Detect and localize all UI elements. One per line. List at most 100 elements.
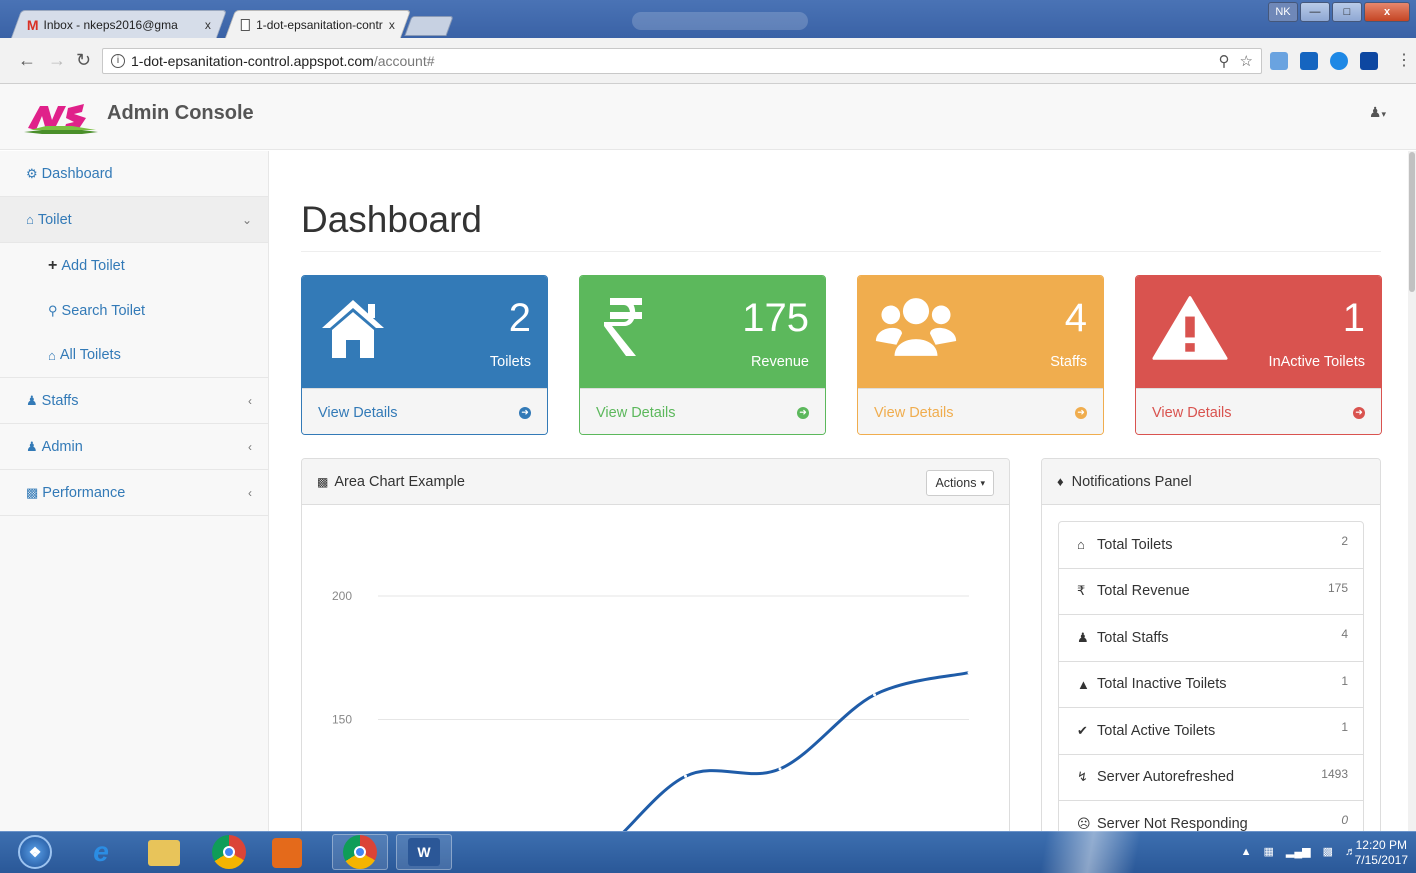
tab-gmail[interactable]: M Inbox - nkeps2016@gma x bbox=[10, 10, 228, 38]
tab-admin-console[interactable]: 1-dot-epsanitation-contr x bbox=[224, 10, 412, 38]
sidebar-item-add-toilet[interactable]: + Add Toilet bbox=[0, 243, 268, 288]
minimize-button[interactable]: — bbox=[1300, 2, 1330, 22]
extension-icon[interactable] bbox=[1270, 52, 1288, 70]
warning-icon bbox=[1152, 296, 1228, 360]
notification-item[interactable]: ✔ Total Active Toilets 1 bbox=[1059, 708, 1363, 755]
user-menu[interactable]: ♟▾ bbox=[1369, 104, 1386, 121]
data-point[interactable] bbox=[778, 767, 782, 771]
close-icon[interactable]: x bbox=[383, 18, 395, 32]
system-clock[interactable]: 12:20 PM 7/15/2017 bbox=[1355, 838, 1408, 868]
panel-title: Area Chart Example bbox=[334, 473, 465, 490]
url-host: 1-dot-epsanitation-control.appspot.com bbox=[131, 53, 374, 69]
profile-button[interactable]: NK bbox=[1268, 2, 1298, 22]
sidebar-item-toilet[interactable]: ⌂ Toilet ⌄ bbox=[0, 197, 268, 243]
notification-value: 0 bbox=[1341, 813, 1348, 827]
stat-card-staffs: 4 Staffs View Details ➜ bbox=[857, 275, 1104, 435]
reload-icon[interactable]: ↻ bbox=[76, 50, 91, 71]
tab-title: 1-dot-epsanitation-contr bbox=[256, 17, 383, 32]
extension-icon[interactable] bbox=[1300, 52, 1318, 70]
user-icon: ♟ bbox=[26, 438, 38, 454]
bar-chart-icon: ▩ bbox=[317, 474, 329, 489]
back-arrow-icon[interactable]: ← bbox=[18, 50, 36, 71]
file-explorer-icon[interactable] bbox=[148, 840, 180, 866]
media-player-icon[interactable] bbox=[272, 838, 302, 868]
stat-count: 1 bbox=[1342, 296, 1365, 340]
notification-label: Total Staffs bbox=[1097, 629, 1169, 646]
chrome-icon[interactable] bbox=[212, 835, 246, 869]
arrow-circle-right-icon: ➜ bbox=[519, 406, 531, 419]
network-icon[interactable]: ▦ bbox=[1263, 845, 1273, 858]
address-bar[interactable]: i 1-dot-epsanitation-control.appspot.com… bbox=[102, 48, 1262, 74]
gmail-icon: M bbox=[26, 16, 39, 33]
scrollbar-thumb[interactable] bbox=[1409, 152, 1415, 292]
start-button-icon[interactable]: ❖ bbox=[18, 835, 52, 869]
close-window-button[interactable]: x bbox=[1364, 2, 1410, 22]
sidebar-item-staffs[interactable]: ♟ Staffs ‹ bbox=[0, 378, 268, 424]
sidebar: ⚙ Dashboard ⌂ Toilet ⌄ + Add Toilet ⚲ Se… bbox=[0, 151, 269, 831]
view-details-link[interactable]: View Details ➜ bbox=[1136, 388, 1381, 434]
notification-item[interactable]: ⌂ Total Toilets 2 bbox=[1059, 522, 1363, 569]
sidebar-item-admin[interactable]: ♟ Admin ‹ bbox=[0, 424, 268, 470]
info-icon[interactable]: i bbox=[111, 54, 125, 68]
extension-icon[interactable] bbox=[1360, 52, 1378, 70]
notification-label: Server Not Responding bbox=[1097, 816, 1248, 831]
sidebar-item-all-toilets[interactable]: ⌂ All Toilets bbox=[0, 333, 268, 378]
sidebar-item-performance[interactable]: ▩ Performance ‹ bbox=[0, 470, 268, 516]
sidebar-item-label: All Toilets bbox=[59, 347, 121, 363]
star-icon[interactable]: ☆ bbox=[1240, 52, 1253, 70]
data-point[interactable] bbox=[684, 774, 687, 778]
view-details-link[interactable]: View Details ➜ bbox=[302, 388, 547, 434]
forward-arrow-icon[interactable]: → bbox=[48, 50, 66, 71]
taskbar-glare bbox=[1010, 831, 1190, 873]
new-tab-button[interactable] bbox=[404, 16, 454, 36]
notification-value: 2 bbox=[1341, 534, 1348, 548]
kebab-menu-icon[interactable]: ⋮ bbox=[1396, 50, 1412, 70]
series-line bbox=[622, 671, 970, 831]
notification-label: Total Toilets bbox=[1097, 536, 1173, 553]
notification-value: 1 bbox=[1341, 720, 1348, 734]
maximize-button[interactable]: □ bbox=[1332, 2, 1362, 22]
home-icon: ⌂ bbox=[1077, 537, 1085, 553]
stat-card-toilets: 2 Toilets View Details ➜ bbox=[301, 275, 548, 435]
key-icon[interactable]: ⚲ bbox=[1219, 52, 1230, 70]
caret-down-icon: ▾ bbox=[1381, 109, 1386, 119]
action-center-icon[interactable]: ▩ bbox=[1323, 845, 1333, 858]
internet-explorer-icon[interactable]: e bbox=[84, 835, 118, 869]
notification-label: Total Revenue bbox=[1097, 583, 1190, 600]
close-icon[interactable]: x bbox=[199, 18, 211, 32]
chevron-left-icon: ‹ bbox=[248, 439, 252, 454]
notification-item[interactable]: ☹ Server Not Responding 0 bbox=[1059, 801, 1363, 831]
notification-item[interactable]: ↯ Server Autorefreshed 1493 bbox=[1059, 755, 1363, 801]
chrome-icon bbox=[343, 835, 377, 869]
sidebar-item-dashboard[interactable]: ⚙ Dashboard bbox=[0, 151, 268, 197]
app-brand[interactable]: Admin Console bbox=[107, 102, 254, 125]
show-hidden-icons-icon[interactable]: ▲ bbox=[1241, 846, 1252, 858]
actions-dropdown-button[interactable]: Actions ▾ bbox=[926, 470, 994, 496]
notification-label: Total Active Toilets bbox=[1097, 722, 1216, 739]
search-icon: ⚲ bbox=[48, 302, 58, 318]
area-chart-panel: ▩ Area Chart Example Actions ▾ 200150100 bbox=[301, 458, 1010, 831]
dashboard-icon: ⚙ bbox=[26, 165, 38, 181]
view-details-link[interactable]: View Details ➜ bbox=[858, 388, 1103, 434]
area-chart: 200150100 bbox=[332, 589, 971, 831]
view-details-label: View Details bbox=[874, 404, 954, 421]
page-title: Dashboard bbox=[301, 199, 483, 240]
sidebar-item-label: Dashboard bbox=[41, 165, 113, 182]
data-point[interactable] bbox=[967, 671, 971, 675]
rupee-icon: ₹ bbox=[1077, 583, 1086, 599]
browser-tab-strip: M Inbox - nkeps2016@gma x 1-dot-epsanita… bbox=[0, 0, 1416, 38]
notification-label: Server Autorefreshed bbox=[1097, 769, 1235, 786]
signal-icon[interactable]: ▂▄▆ bbox=[1286, 845, 1311, 858]
chevron-left-icon: ‹ bbox=[248, 485, 252, 500]
notification-item[interactable]: ♟ Total Staffs 4 bbox=[1059, 615, 1363, 662]
notification-item[interactable]: ₹ Total Revenue 175 bbox=[1059, 569, 1363, 615]
view-details-link[interactable]: View Details ➜ bbox=[580, 388, 825, 434]
y-tick-label: 150 bbox=[332, 713, 352, 727]
frown-icon: ☹ bbox=[1077, 816, 1091, 831]
data-point[interactable] bbox=[873, 693, 876, 697]
stat-card-revenue: 175 Revenue View Details ➜ bbox=[579, 275, 826, 435]
notification-item[interactable]: ▲ Total Inactive Toilets 1 bbox=[1059, 662, 1363, 708]
bell-icon: ♦ bbox=[1057, 474, 1064, 489]
extension-icon[interactable] bbox=[1330, 52, 1348, 70]
sidebar-item-search-toilet[interactable]: ⚲ Search Toilet bbox=[0, 288, 268, 333]
